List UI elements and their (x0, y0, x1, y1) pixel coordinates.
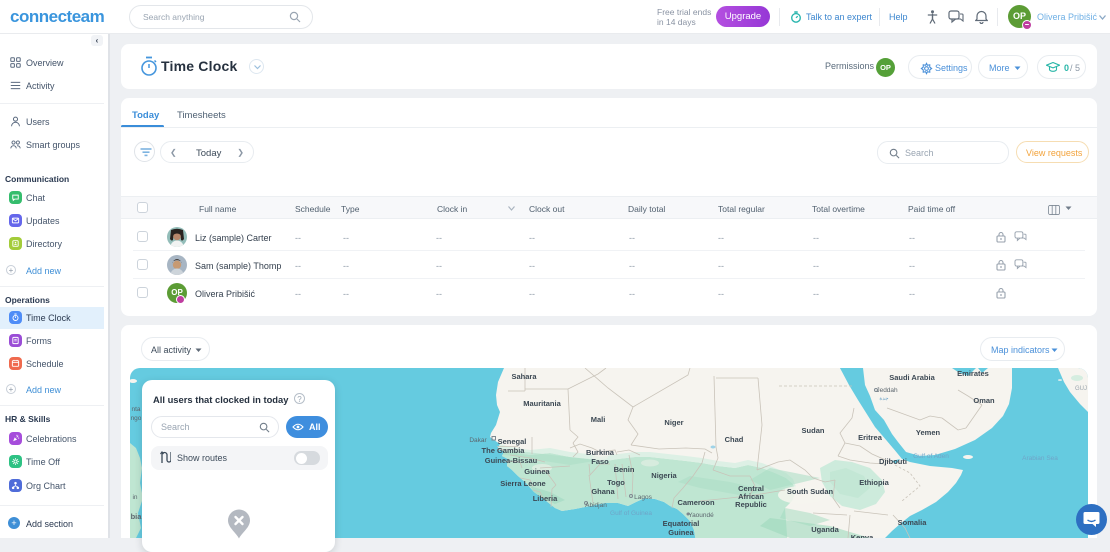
svg-text:Burkina: Burkina (586, 448, 615, 457)
svg-text:Togo: Togo (607, 478, 625, 487)
svg-text:Gulf of Aden: Gulf of Aden (913, 453, 949, 460)
svg-text:Emirates: Emirates (957, 369, 989, 378)
svg-text:جدة: جدة (879, 396, 889, 402)
svg-text:Oman: Oman (973, 396, 995, 405)
svg-text:bia: bia (131, 512, 143, 521)
svg-text:Gulf of Guinea: Gulf of Guinea (610, 510, 652, 517)
svg-text:Ghana: Ghana (591, 487, 615, 496)
svg-text:Liberia: Liberia (533, 494, 558, 503)
svg-text:Yemen: Yemen (916, 428, 941, 437)
svg-text:Guinea: Guinea (668, 528, 694, 537)
svg-text:Mauritania: Mauritania (523, 399, 561, 408)
svg-text:Republic: Republic (735, 500, 767, 509)
svg-text:Mali: Mali (591, 415, 606, 424)
svg-text:Nigeria: Nigeria (651, 471, 677, 480)
svg-text:Yaoundé: Yaoundé (688, 512, 714, 519)
svg-text:Djibouti: Djibouti (879, 457, 907, 466)
svg-text:Cameroon: Cameroon (677, 498, 715, 507)
svg-text:GUJ: GUJ (1075, 386, 1087, 392)
svg-text:Ethiopia: Ethiopia (859, 478, 889, 487)
svg-text:Abidjan: Abidjan (585, 502, 607, 509)
svg-text:Faso: Faso (591, 457, 609, 466)
svg-text:South Sudan: South Sudan (787, 487, 834, 496)
svg-text:Arabian Sea: Arabian Sea (1022, 455, 1058, 462)
svg-text:ngo: ngo (131, 415, 142, 422)
svg-text:Uganda: Uganda (811, 525, 839, 534)
svg-text:Sierra Leone: Sierra Leone (500, 479, 545, 488)
svg-text:Sudan: Sudan (802, 426, 825, 435)
svg-text:Dakar: Dakar (469, 437, 487, 444)
svg-text:Guinea: Guinea (524, 467, 550, 476)
svg-text:Guinea-Bissau: Guinea-Bissau (485, 456, 538, 465)
svg-text:Kenya: Kenya (851, 533, 874, 538)
svg-text:Niger: Niger (664, 418, 683, 427)
svg-text:Somalia: Somalia (898, 518, 928, 527)
svg-text:Sahara: Sahara (511, 372, 537, 381)
svg-text:Senegal: Senegal (498, 437, 527, 446)
svg-text:Benin: Benin (614, 465, 635, 474)
svg-text:Equatorial: Equatorial (663, 519, 700, 528)
svg-text:nta: nta (131, 406, 140, 413)
svg-text:Lagos: Lagos (634, 494, 652, 501)
svg-text:Jeddah: Jeddah (876, 387, 898, 394)
svg-text:The Gambia: The Gambia (482, 446, 526, 455)
svg-text:Eritrea: Eritrea (858, 433, 883, 442)
svg-text:Chad: Chad (725, 435, 744, 444)
svg-text:in: in (132, 494, 137, 501)
svg-text:Saudi Arabia: Saudi Arabia (889, 373, 935, 382)
